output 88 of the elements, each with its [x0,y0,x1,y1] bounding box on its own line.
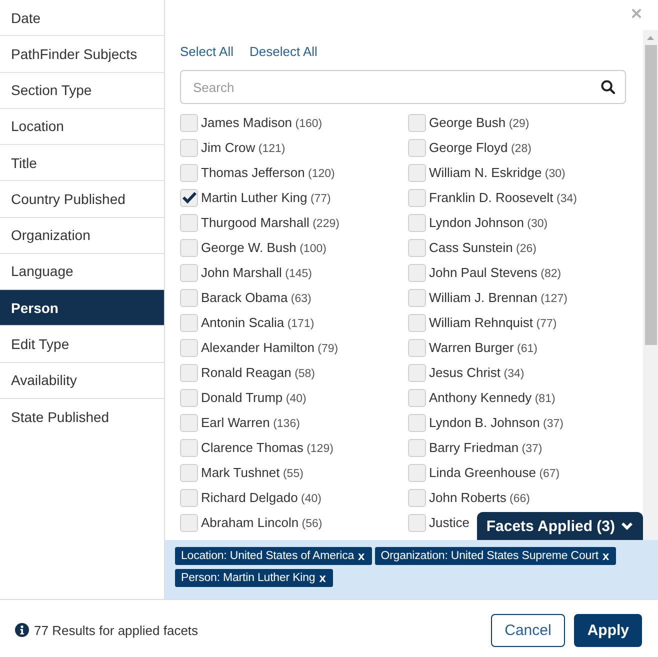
option-label: Earl Warren (136) [201,415,300,430]
checkbox[interactable] [408,288,426,306]
close-icon[interactable] [632,9,641,18]
option-label: Richard Delgado (40) [201,490,322,505]
search-icon[interactable] [601,80,615,94]
checkbox[interactable] [408,114,426,132]
apply-button[interactable]: Apply [574,614,642,646]
option-label: Ronald Reagan (58) [201,365,316,380]
option-label: Linda Greenhouse (67) [429,465,560,480]
checkbox[interactable] [180,164,198,182]
option-label: Franklin D. Roosevelt (34) [429,190,577,205]
option-label: George Floyd (28) [429,140,532,155]
option-label: Cass Sunstein (26) [429,240,536,255]
option-label: Jim Crow (121) [201,140,286,155]
option-label: John Roberts (66) [429,490,530,505]
option-label: Barack Obama (63) [201,290,312,305]
chip-label: Location: United States of America [181,550,354,562]
search-field[interactable]: Search [180,70,626,104]
option-label: William N. Eskridge (30) [429,165,566,180]
option-label: Thurgood Marshall (229) [201,215,340,230]
option-label: George Bush (29) [429,115,530,130]
checkbox[interactable] [408,338,426,356]
option-label: Barry Friedman (37) [429,440,542,455]
facets-applied-tab[interactable]: Facets Applied (3) [477,512,643,540]
option-label: Justice [429,515,470,530]
option-label: Alexander Hamilton (79) [201,340,338,355]
checkbox[interactable] [180,214,198,232]
option-label: Abraham Lincoln (56) [201,515,322,530]
checkbox[interactable] [180,464,198,482]
checkbox[interactable] [408,164,426,182]
scroll-up-arrow-icon[interactable] [647,36,654,40]
checkbox[interactable] [180,138,198,156]
option-label: Jesus Christ (34) [429,365,524,380]
option-label: Clarence Thomas (129) [201,440,334,455]
checkbox[interactable] [408,414,426,432]
checkbox[interactable] [408,314,426,332]
checkbox[interactable] [408,138,426,156]
checkbox[interactable] [408,438,426,456]
checkbox[interactable] [180,338,198,356]
checkbox[interactable] [408,264,426,282]
checkbox[interactable] [180,414,198,432]
option-label: Lyndon B. Johnson (37) [429,415,564,430]
checkbox[interactable] [180,114,198,132]
checkbox[interactable] [408,514,426,532]
chip-label: Person: Martin Luther King [181,572,316,584]
checkbox[interactable] [408,464,426,482]
checkbox[interactable] [408,238,426,256]
remove-button[interactable]: x [602,550,610,562]
option-label: Lyndon Johnson (30) [429,215,548,230]
scrollbar-thumb[interactable] [644,45,656,345]
results-count-text: 77 Results for applied facets [34,622,198,638]
checkbox[interactable] [180,264,198,282]
checkbox[interactable] [408,488,426,506]
link[interactable]: Select All [180,44,234,58]
option-label: Martin Luther King (77) [201,190,331,205]
checkbox[interactable] [180,238,198,256]
checkbox[interactable] [180,188,198,206]
option-label: Antonin Scalia (171) [201,315,314,330]
option-label: Anthony Kennedy (81) [429,390,556,405]
checkbox[interactable] [180,438,198,456]
chevron-down-icon [621,522,633,530]
checkbox[interactable] [180,488,198,506]
checkbox[interactable] [408,364,426,382]
chip-label: Organization: United States Supreme Court [380,550,598,562]
checkbox[interactable] [180,388,198,406]
checkbox[interactable] [408,388,426,406]
remove-button[interactable]: x [319,572,326,584]
info-icon [15,623,29,637]
option-label: William Rehnquist (77) [429,315,557,330]
option-label: Donald Trump (40) [201,390,306,405]
checkbox[interactable] [180,288,198,306]
option-label: John Paul Stevens (82) [429,265,562,280]
checkbox[interactable] [408,188,426,206]
checkbox[interactable] [408,214,426,232]
option-label: John Marshall (145) [201,265,312,280]
checkbox[interactable] [180,514,198,532]
option-label: William J. Brennan (127) [429,290,568,305]
checkbox[interactable] [180,314,198,332]
option-label: Mark Tushnet (55) [201,465,304,480]
link[interactable]: Deselect All [249,44,318,58]
option-label: James Madison (160) [201,115,322,130]
remove-button[interactable]: x [358,550,365,562]
checkbox[interactable] [180,364,198,382]
option-label: George W. Bush (100) [201,240,326,255]
option-label: Warren Burger (61) [429,340,538,355]
option-label: Thomas Jefferson (120) [201,165,335,180]
cancel-button[interactable]: Cancel [490,614,566,646]
sidebar-item[interactable]: Person [0,290,164,326]
